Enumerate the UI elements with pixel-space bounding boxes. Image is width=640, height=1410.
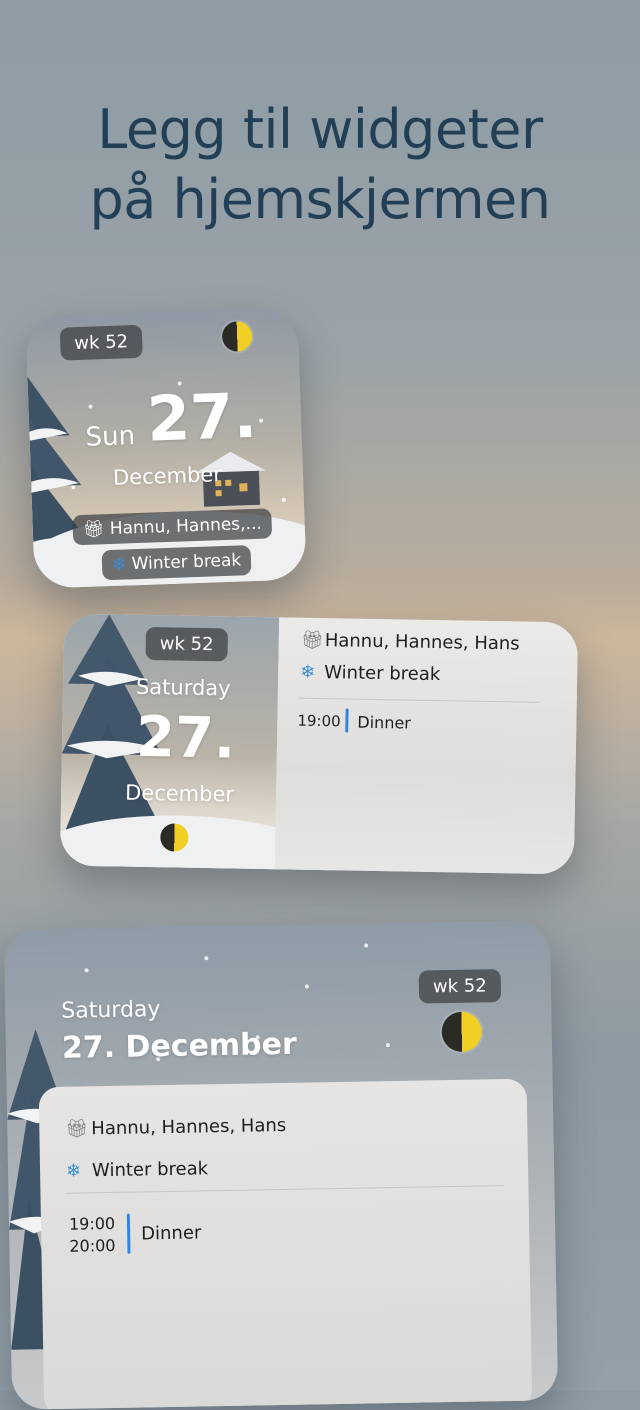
event-start-time: 19:00 — [68, 1213, 116, 1234]
holiday-text: Winter break — [91, 1158, 209, 1182]
event-color-bar — [126, 1213, 131, 1254]
snowflake-dot — [281, 497, 286, 502]
snowflake-dot — [364, 943, 369, 948]
snowflake-dot — [385, 1043, 390, 1048]
holiday-text: Winter break — [324, 662, 441, 686]
week-badge: wk 52 — [418, 969, 501, 1004]
snowflake-dot — [259, 418, 264, 423]
birthdays-text: Hannu, Hannes, Hans — [91, 1114, 287, 1140]
day-number: 27. — [135, 704, 236, 772]
half-moon-icon — [441, 1011, 483, 1053]
snowflake-icon: ❄ — [300, 661, 316, 683]
day-number: 27. — [145, 378, 259, 456]
event-color-bar — [345, 708, 349, 733]
snowflake-icon: ❄ — [65, 1160, 82, 1182]
headline-line-1: Legg til widgeter — [97, 98, 543, 161]
gift-icon: 🎁︎ — [300, 629, 324, 652]
month-label: December — [124, 780, 235, 807]
events-panel: 🎁︎ Hannu, Hannes, Hans ❄ Winter break 19… — [274, 617, 579, 875]
headline: Legg til widgeter på hjemskjermen — [0, 95, 640, 235]
scene-panel: wk 52 Saturday 27. December — [59, 613, 331, 875]
holiday-text: Winter break — [131, 550, 242, 575]
gift-icon: 🎁︎ — [82, 519, 105, 540]
event-end-time: 20:00 — [69, 1235, 116, 1256]
date-label: 27. December — [61, 1026, 298, 1066]
event-title[interactable]: Dinner — [141, 1222, 202, 1244]
events-panel: 🎁︎ Hannu, Hannes, Hans ❄ Winter break 19… — [38, 1078, 533, 1410]
month-label: December — [112, 462, 223, 490]
snowflake-dot — [204, 956, 209, 961]
event-title[interactable]: Dinner — [357, 713, 411, 733]
week-badge: wk 52 — [59, 324, 143, 361]
headline-line-2: på hjemskjermen — [89, 168, 551, 231]
holiday-pill: ❄ Winter break — [101, 545, 252, 581]
weekday-label: Sun — [85, 421, 136, 453]
snowflake-dot — [304, 984, 309, 989]
small-calendar-widget[interactable]: wk 52 Sun 27. December 🎁︎ Hannu, Hannes,… — [25, 307, 307, 589]
birthdays-text: Hannu, Hannes,... — [109, 513, 263, 540]
snowflake-icon: ❄ — [111, 554, 127, 575]
divider — [66, 1185, 505, 1194]
week-badge: wk 52 — [145, 626, 228, 662]
snowflake-dot — [84, 968, 89, 973]
gift-icon: 🎁︎ — [65, 1118, 89, 1140]
weekday-label: Saturday — [135, 674, 231, 701]
birthdays-text: Hannu, Hannes, Hans — [324, 630, 520, 655]
event-time: 19:00 — [297, 711, 341, 731]
snowflake-dot — [88, 404, 93, 409]
large-calendar-widget[interactable]: Saturday 27. December wk 52 🎁︎ Hannu, Ha… — [3, 920, 559, 1410]
medium-calendar-widget[interactable]: wk 52 Saturday 27. December 🎁︎ Hannu, Ha… — [59, 613, 579, 875]
weekday-label: Saturday — [61, 997, 161, 1024]
divider — [297, 697, 540, 703]
half-moon-icon — [221, 320, 253, 352]
